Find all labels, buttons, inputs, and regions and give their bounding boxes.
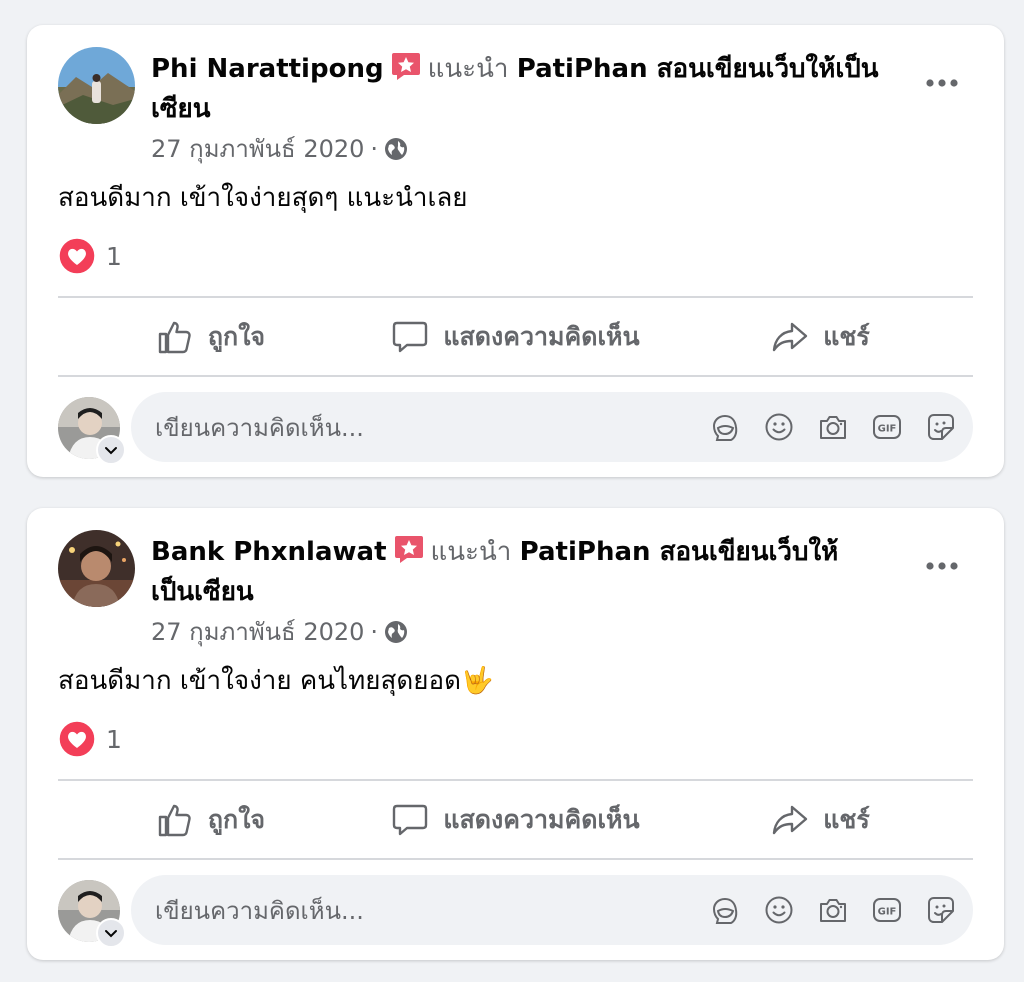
more-options-icon[interactable] <box>924 548 960 584</box>
like-button[interactable]: ถูกใจ <box>58 782 363 858</box>
avatar-sticker-icon[interactable] <box>709 411 741 443</box>
divider <box>58 858 973 860</box>
emoji-icon[interactable] <box>763 411 795 443</box>
comment-label: แสดงความคิดเห็น <box>443 805 640 834</box>
love-reaction-icon <box>58 720 96 758</box>
globe-icon <box>384 620 408 644</box>
share-label: แชร์ <box>823 322 870 351</box>
comment-button[interactable]: แสดงความคิดเห็น <box>363 782 668 858</box>
recommend-verb: แนะนำ <box>427 54 509 84</box>
sticker-icon[interactable] <box>925 411 957 443</box>
like-label: ถูกใจ <box>207 805 266 834</box>
thumbs-up-icon <box>158 321 191 354</box>
share-button[interactable]: แชร์ <box>668 299 973 375</box>
divider <box>58 375 973 377</box>
author-name[interactable]: Bank Phxnlawat <box>151 537 387 567</box>
svg-text:GIF: GIF <box>878 424 897 435</box>
divider <box>58 296 973 298</box>
meta-separator: · <box>370 617 379 646</box>
post-text: สอนดีมาก เข้าใจง่ายสุดๆ แนะนำเลย <box>58 183 468 213</box>
more-options-icon[interactable] <box>924 65 960 101</box>
post-text: สอนดีมาก เข้าใจง่าย คนไทยสุดยอด🤟 <box>58 666 494 696</box>
post-date[interactable]: 27 กุมภาพันธ์ 2020 <box>151 129 364 168</box>
share-label: แชร์ <box>823 805 870 834</box>
chevron-down-icon[interactable] <box>96 918 126 948</box>
recommend-verb: แนะนำ <box>430 537 512 567</box>
action-bar: ถูกใจ แสดงความคิดเห็น แชร์ <box>58 299 973 375</box>
post-card: Phi Narattipong แนะนำ PatiPhan สอนเขียนเว… <box>27 25 1004 477</box>
reaction-count: 1 <box>106 241 122 271</box>
meta-separator: · <box>370 134 379 163</box>
gif-icon[interactable]: GIF <box>871 411 903 443</box>
comment-input[interactable] <box>153 875 677 947</box>
recommend-star-badge-icon <box>390 50 422 82</box>
comment-bubble-icon <box>393 321 428 353</box>
share-arrow-icon <box>773 805 808 835</box>
like-button[interactable]: ถูกใจ <box>58 299 363 375</box>
emoji-icon[interactable] <box>763 894 795 926</box>
reaction-summary[interactable]: 1 <box>58 720 122 758</box>
globe-icon <box>384 137 408 161</box>
thumbs-up-icon <box>158 804 191 837</box>
camera-icon[interactable] <box>817 411 849 443</box>
love-reaction-icon <box>58 237 96 275</box>
composer-tools: GIF <box>709 875 957 945</box>
action-bar: ถูกใจ แสดงความคิดเห็น แชร์ <box>58 782 973 858</box>
share-button[interactable]: แชร์ <box>668 782 973 858</box>
svg-text:GIF: GIF <box>878 907 897 918</box>
comment-input[interactable] <box>153 392 677 464</box>
chevron-down-icon[interactable] <box>96 435 126 465</box>
comment-button[interactable]: แสดงความคิดเห็น <box>363 299 668 375</box>
author-avatar[interactable] <box>58 47 135 124</box>
post-meta: 27 กุมภาพันธ์ 2020 · <box>151 129 408 168</box>
camera-icon[interactable] <box>817 894 849 926</box>
comment-composer: GIF <box>131 875 973 947</box>
reaction-count: 1 <box>106 724 122 754</box>
comment-bubble-icon <box>393 804 428 836</box>
post-header: Bank Phxnlawat แนะนำ PatiPhan สอนเขียนเว็… <box>151 532 881 612</box>
post-meta: 27 กุมภาพันธ์ 2020 · <box>151 612 408 651</box>
comment-composer: GIF <box>131 392 973 464</box>
comment-label: แสดงความคิดเห็น <box>443 322 640 351</box>
author-avatar[interactable] <box>58 530 135 607</box>
gif-icon[interactable]: GIF <box>871 894 903 926</box>
post-card: Bank Phxnlawat แนะนำ PatiPhan สอนเขียนเว็… <box>27 508 1004 960</box>
sticker-icon[interactable] <box>925 894 957 926</box>
post-date[interactable]: 27 กุมภาพันธ์ 2020 <box>151 612 364 651</box>
share-arrow-icon <box>773 322 808 352</box>
composer-tools: GIF <box>709 392 957 462</box>
reaction-summary[interactable]: 1 <box>58 237 122 275</box>
post-header: Phi Narattipong แนะนำ PatiPhan สอนเขียนเว… <box>151 49 881 129</box>
divider <box>58 779 973 781</box>
recommend-star-badge-icon <box>393 533 425 565</box>
avatar-sticker-icon[interactable] <box>709 894 741 926</box>
author-name[interactable]: Phi Narattipong <box>151 54 384 84</box>
like-label: ถูกใจ <box>207 322 266 351</box>
